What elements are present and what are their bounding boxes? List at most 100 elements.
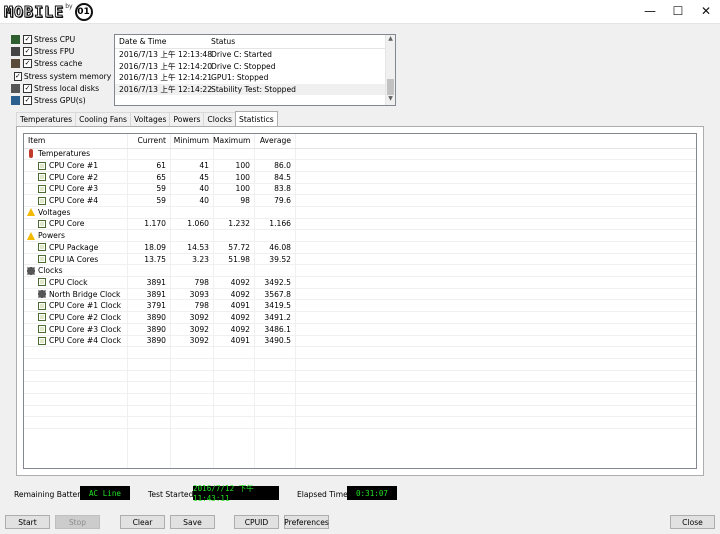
- value-minimum: 14.53: [170, 241, 213, 254]
- cache-icon: [11, 59, 20, 69]
- stress-option[interactable]: ✓ Stress GPU(s): [11, 94, 111, 106]
- value-average: 84.5: [254, 171, 295, 184]
- maximize-icon[interactable]: ☐: [664, 2, 692, 20]
- tab-voltages[interactable]: Voltages: [130, 112, 171, 126]
- log-row[interactable]: 2016/7/13 上午 12:14:21 GPU1: Stopped: [115, 72, 395, 84]
- col-minimum[interactable]: Minimum: [170, 134, 213, 149]
- close-button[interactable]: Close: [670, 515, 715, 529]
- table-row[interactable]: CPU Core #2 Clock 3890 3092 4092 3491.2: [24, 311, 696, 324]
- value-maximum: 4092: [213, 288, 254, 301]
- log-time: 2016/7/13 上午 12:14:21: [119, 73, 213, 83]
- empty-row: [24, 381, 696, 394]
- col-average[interactable]: Average: [254, 134, 295, 149]
- sensor-name: CPU IA Cores: [49, 254, 99, 264]
- col-current[interactable]: Current: [127, 134, 170, 149]
- minimize-icon[interactable]: —: [636, 2, 664, 20]
- value-minimum: 3092: [170, 335, 213, 348]
- stress-checkbox[interactable]: ✓: [23, 59, 32, 69]
- table-row[interactable]: CPU Core #2 65 45 100 84.5: [24, 171, 696, 184]
- table-row[interactable]: CPU Core #1 61 41 100 86.0: [24, 159, 696, 172]
- log-header-datetime[interactable]: Date & Time: [115, 37, 208, 46]
- group-row[interactable]: Voltages: [24, 206, 696, 219]
- table-row[interactable]: CPU Core #3 59 40 100 83.8: [24, 183, 696, 196]
- table-row[interactable]: CPU IA Cores 13.75 3.23 51.98 39.52: [24, 253, 696, 266]
- stress-checkbox[interactable]: ✓: [14, 71, 22, 81]
- stress-checkbox[interactable]: ✓: [23, 46, 32, 56]
- table-row[interactable]: CPU Core #4 Clock 3890 3092 4091 3490.5: [24, 335, 696, 348]
- value-maximum: 100: [213, 159, 254, 172]
- tab-clocks[interactable]: Clocks: [203, 112, 236, 126]
- cpuid-button[interactable]: CPUID: [234, 515, 279, 529]
- scroll-down-icon[interactable]: ▼: [386, 95, 395, 105]
- value-maximum: 4091: [213, 335, 254, 348]
- value-minimum: 40: [170, 194, 213, 207]
- save-button[interactable]: Save: [170, 515, 215, 529]
- sensor-icon: [38, 301, 46, 310]
- logo-by: by: [65, 2, 73, 10]
- value-maximum: 57.72: [213, 241, 254, 254]
- scroll-thumb[interactable]: [387, 79, 394, 95]
- stress-option[interactable]: ✓ Stress local disks: [11, 82, 111, 94]
- log-row[interactable]: 2016/7/13 上午 12:14:20 Drive C: Stopped: [115, 61, 395, 73]
- tab-cooling-fans[interactable]: Cooling Fans: [75, 112, 132, 126]
- col-item[interactable]: Item: [24, 134, 127, 149]
- tab-strip: Temperatures Cooling Fans Voltages Powers Cl…: [16, 111, 278, 126]
- scroll-up-icon[interactable]: ▲: [386, 35, 395, 45]
- table-row[interactable]: North Bridge Clock 3891 3093 4092 3567.8: [24, 288, 696, 301]
- group-label: Temperatures: [38, 149, 91, 159]
- sensor-icon: [38, 219, 46, 228]
- stress-option-label: Stress FPU: [34, 46, 75, 56]
- stress-option-label: Stress GPU(s): [34, 96, 86, 106]
- value-minimum: 41: [170, 159, 213, 172]
- group-row[interactable]: Powers: [24, 229, 696, 242]
- table-row[interactable]: CPU Core #1 Clock 3791 798 4091 3419.5: [24, 299, 696, 313]
- preferences-button[interactable]: Preferences: [284, 515, 329, 529]
- tab-powers[interactable]: Powers: [169, 112, 205, 126]
- value-current: 3890: [127, 323, 170, 336]
- stress-checkbox[interactable]: ✓: [23, 83, 32, 93]
- value-average: 83.8: [254, 183, 295, 196]
- cpu-icon: [11, 34, 20, 44]
- value-average: 3567.8: [254, 288, 295, 301]
- group-label: Powers: [38, 231, 65, 241]
- log-row[interactable]: 2016/7/13 上午 12:14:22 Stability Test: Sto…: [115, 83, 395, 96]
- stress-checkbox[interactable]: ✓: [23, 96, 32, 106]
- tab-statistics[interactable]: Statistics: [235, 111, 278, 126]
- stress-option[interactable]: ✓ Stress cache: [11, 58, 111, 70]
- group-row[interactable]: Temperatures: [24, 148, 696, 161]
- event-log[interactable]: Date & Time Status 2016/7/13 上午 12:13:48…: [114, 34, 396, 106]
- log-status: GPU1: Stopped: [211, 73, 269, 83]
- stress-checkbox[interactable]: ✓: [23, 34, 32, 44]
- stress-option[interactable]: ✓ Stress system memory: [11, 70, 111, 82]
- sensor-name: CPU Core #1 Clock: [49, 301, 122, 311]
- sensor-icon: [38, 243, 46, 252]
- table-row[interactable]: CPU Core 1.170 1.060 1.232 1.166: [24, 218, 696, 231]
- tab-temperatures[interactable]: Temperatures: [16, 112, 77, 126]
- col-maximum[interactable]: Maximum: [213, 134, 254, 149]
- close-icon[interactable]: ✕: [692, 2, 720, 20]
- log-row[interactable]: 2016/7/13 上午 12:13:48 Drive C: Started: [115, 49, 395, 61]
- sensor-name: North Bridge Clock: [49, 289, 121, 299]
- stress-option[interactable]: ✓ Stress FPU: [11, 45, 111, 57]
- value-minimum: 798: [170, 299, 213, 313]
- value-maximum: 1.232: [213, 218, 254, 231]
- clear-button[interactable]: Clear: [120, 515, 165, 529]
- log-header-status[interactable]: Status: [208, 37, 383, 46]
- sensor-name: CPU Core #4: [49, 196, 99, 206]
- log-scrollbar[interactable]: ▲ ▼: [385, 35, 395, 105]
- group-row[interactable]: Clocks: [24, 264, 696, 278]
- stop-button[interactable]: Stop: [55, 515, 100, 529]
- value-maximum: 51.98: [213, 253, 254, 266]
- table-row[interactable]: CPU Package 18.09 14.53 57.72 46.08: [24, 241, 696, 254]
- table-row[interactable]: CPU Clock 3891 798 4092 3492.5: [24, 276, 696, 289]
- stress-option-label: Stress system memory: [23, 71, 112, 81]
- log-header: Date & Time Status: [115, 35, 395, 49]
- value-average: 3486.1: [254, 323, 295, 336]
- stress-option-label: Stress local disks: [34, 83, 100, 93]
- table-row[interactable]: CPU Core #3 Clock 3890 3092 4092 3486.1: [24, 323, 696, 336]
- table-row[interactable]: CPU Core #4 59 40 98 79.6: [24, 194, 696, 207]
- start-button[interactable]: Start: [5, 515, 50, 529]
- stress-option[interactable]: ✓ Stress CPU: [11, 33, 111, 45]
- value-maximum: 4092: [213, 311, 254, 324]
- value-maximum: 100: [213, 183, 254, 196]
